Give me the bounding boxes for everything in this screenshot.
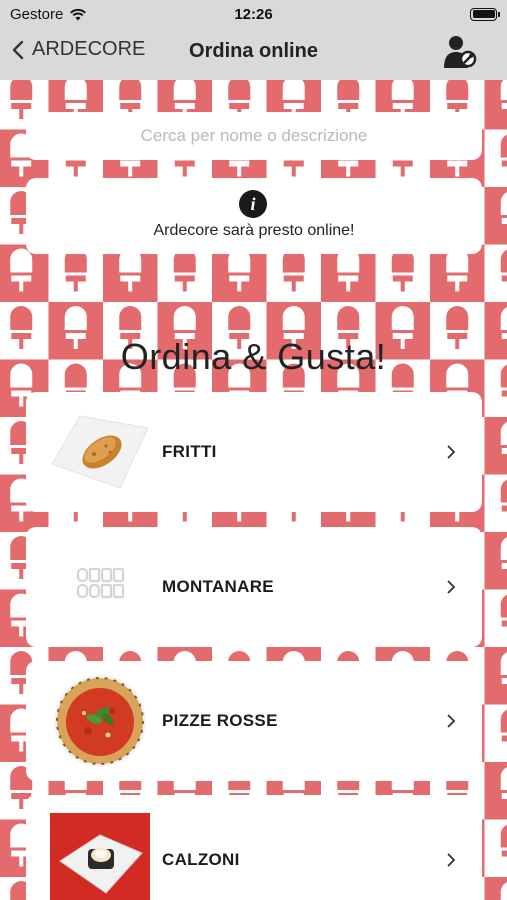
search-bar[interactable] — [26, 112, 482, 160]
info-message: Ardecore sarà presto online! — [153, 222, 355, 239]
category-label: FRITTI — [162, 442, 217, 461]
top-bar: Gestore 12:26 ARDECORE Ordina online — [0, 0, 507, 80]
category-label: PIZZE ROSSE — [162, 711, 278, 730]
chevron-right-icon — [447, 853, 456, 867]
chevron-right-icon — [447, 445, 456, 459]
info-card: i Ardecore sarà presto online! — [26, 178, 482, 254]
headline: Ordina & Gusta! — [120, 336, 387, 377]
ardecore-logo-thumbnail — [76, 567, 125, 599]
navigation-bar: ARDECORE Ordina online — [0, 28, 507, 80]
category-card-pizze-rosse[interactable]: PIZZE ROSSE — [26, 661, 482, 781]
carrier-label: Gestore — [10, 5, 64, 23]
status-bar: Gestore 12:26 — [0, 0, 507, 28]
category-label: CALZONI — [162, 850, 240, 869]
chevron-right-icon — [447, 714, 456, 728]
chevron-right-icon — [447, 580, 456, 594]
calzone-thumbnail — [50, 813, 150, 900]
wifi-icon — [70, 8, 87, 20]
pizza-thumbnail — [54, 675, 146, 767]
category-label: MONTANARE — [162, 577, 274, 596]
clock: 12:26 — [234, 5, 273, 23]
fritti-thumbnail — [51, 415, 149, 489]
category-card-montanare[interactable]: MONTANARE — [26, 527, 482, 647]
info-icon: i — [239, 190, 267, 218]
page-title: Ordina online — [189, 40, 318, 62]
search-input[interactable] — [26, 126, 482, 146]
battery-icon — [470, 7, 500, 21]
category-card-calzoni[interactable]: CALZONI — [26, 795, 482, 900]
category-card-fritti[interactable]: FRITTI — [26, 392, 482, 512]
user-settings-icon[interactable] — [443, 34, 477, 70]
